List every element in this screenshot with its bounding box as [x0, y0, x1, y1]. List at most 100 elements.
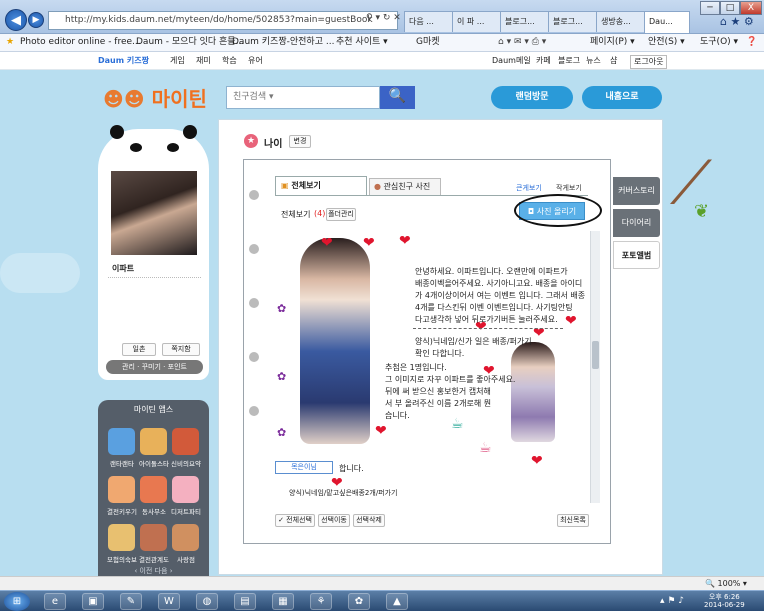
text-line: 서 부 올려주신 이름 2개로해 뭔 — [385, 399, 492, 408]
apps-paging[interactable]: ‹ 이전 다음 › — [98, 566, 209, 576]
scrollbar-thumb[interactable] — [592, 341, 599, 369]
profile-photo[interactable] — [111, 171, 197, 255]
my-home-button[interactable]: 내홈으로 — [582, 86, 662, 109]
app-taskbar-icon[interactable]: ▲ — [386, 593, 408, 610]
nav-shop[interactable]: 샵 — [610, 53, 617, 69]
view-large[interactable]: 큰게보기 — [516, 183, 542, 193]
favorite-daum-kids[interactable]: Daum 키즈짱-안전하고 ... — [232, 34, 334, 51]
start-button[interactable]: ⊞ — [4, 592, 30, 611]
friend-search-select[interactable]: 친구검색 ▾ — [226, 86, 380, 109]
points-link[interactable]: 포인트 — [168, 363, 187, 371]
nav-blog[interactable]: 블로그 — [558, 53, 580, 69]
panda-eye-icon — [130, 143, 142, 152]
site-top-nav: Daum 키즈짱 게임 재미 학습 유어 Daum 메일 카페 블로그 뉴스 샵… — [0, 53, 764, 70]
change-button[interactable]: 변경 — [289, 135, 311, 148]
favorites-star-icon[interactable]: ★ — [6, 34, 14, 51]
content-scrollbar[interactable] — [590, 231, 600, 503]
favorite-gmarket[interactable]: G마켓 — [416, 34, 440, 51]
ie-taskbar-icon[interactable]: e — [44, 593, 66, 610]
move-selected-button[interactable]: 선택이동 — [318, 514, 350, 527]
app-taskbar-icon[interactable]: ⚘ — [310, 593, 332, 610]
favorite-daum[interactable]: Daum - 모으다 잇다 흔들... — [136, 34, 244, 51]
favorite-recommended[interactable]: 추천 사이트 ▾ — [336, 34, 388, 51]
app-icon[interactable] — [108, 476, 135, 503]
app-taskbar-icon[interactable]: ✿ — [348, 593, 370, 610]
app-label: 결전관계도 — [139, 556, 169, 564]
nav-daum[interactable]: Daum — [492, 53, 516, 69]
tab-all-view[interactable]: ▣ 전체보기 — [275, 176, 367, 195]
minimize-button[interactable]: ─ — [700, 1, 720, 15]
app-icon[interactable] — [172, 524, 199, 551]
leaf-icon: ❦ — [694, 201, 710, 222]
palette-taskbar-icon[interactable]: ◍ — [196, 593, 218, 610]
nav-cafe[interactable]: 카페 — [536, 53, 551, 69]
app-icon[interactable] — [172, 476, 199, 503]
command-icons[interactable]: ⌂ ▾ ✉ ▾ ⎙ ▾ — [498, 34, 546, 51]
browser-tab-4[interactable]: 블로그... — [548, 11, 602, 32]
profile-name: 이파트 — [112, 264, 135, 273]
select-all-button[interactable]: ✓ 전체선택 — [275, 514, 315, 527]
nav-mail[interactable]: 메일 — [516, 53, 531, 69]
side-tab-diary[interactable]: 다이어리 — [613, 209, 660, 237]
app-icon[interactable] — [108, 428, 135, 455]
folder-taskbar-icon[interactable]: ▤ — [234, 593, 256, 610]
nav-study[interactable]: 학습 — [222, 53, 237, 69]
profile-card: 이파트 일촌 쪽지함 관리 · 꾸미기 · 포인트 — [98, 125, 209, 380]
tools-menu[interactable]: 도구(O) ▾ — [700, 34, 738, 51]
maximize-button[interactable]: □ — [720, 1, 740, 15]
media-taskbar-icon[interactable]: ▣ — [82, 593, 104, 610]
app-taskbar-icon[interactable]: ▦ — [272, 593, 294, 610]
text-line: 확인 다합니다. — [415, 349, 465, 358]
home-star-gear-icons[interactable]: ⌂ ★ ⚙ — [720, 15, 754, 28]
favorite-photo-editor[interactable]: Photo editor online - free... — [20, 34, 141, 51]
folder-manage-button[interactable]: 폴더관리 — [326, 208, 356, 221]
delete-selected-button[interactable]: 선택삭제 — [353, 514, 385, 527]
app-icon[interactable] — [140, 524, 167, 551]
app-icon[interactable] — [140, 476, 167, 503]
view-small[interactable]: 작게보기 — [556, 183, 582, 193]
zoom-level[interactable]: 🔍 100% ▾ — [705, 577, 747, 590]
browser-tab-active[interactable]: Dau... — [644, 11, 690, 33]
recent-list-button[interactable]: 최신목록 — [557, 514, 589, 527]
text-line: 뒤에 써 받으신 홍보한거 캡처해 — [385, 387, 491, 396]
page-menu[interactable]: 페이지(P) ▾ — [590, 34, 635, 51]
myteen-logo[interactable]: ☻☻ 마이틴 — [103, 83, 207, 112]
random-visit-button[interactable]: 랜덤방문 — [491, 86, 573, 109]
app-icon[interactable] — [172, 428, 199, 455]
browser-tab-3[interactable]: 블로그... — [500, 11, 554, 32]
browser-tab-1[interactable]: 다음 ... — [404, 11, 458, 32]
nickname-button[interactable]: 목은이님 — [275, 461, 333, 474]
nav-game[interactable]: 게임 — [170, 53, 185, 69]
app-icon[interactable] — [140, 428, 167, 455]
ilchon-button[interactable]: 일촌 — [122, 343, 156, 356]
side-tab-cover-story[interactable]: 커버스토리 — [613, 177, 660, 205]
address-bar-icons[interactable]: ⚲ ▾ ↻ ✕ — [366, 13, 401, 23]
daum-kids-logo[interactable]: Daum 키즈짱 — [98, 53, 149, 69]
side-tab-photo-album[interactable]: 포토앨범 — [613, 241, 660, 269]
my-home-label: 내홈으로 — [605, 92, 639, 102]
decorate-link[interactable]: 꾸미기 — [142, 363, 161, 371]
nav-youth[interactable]: 유어 — [248, 53, 263, 69]
app-icon[interactable] — [108, 524, 135, 551]
safety-menu[interactable]: 안전(S) ▾ — [648, 34, 685, 51]
tab-friend-photos[interactable]: ● 관심친구 사진 — [369, 178, 441, 195]
apps-title: 마이틴 앱스 — [133, 405, 174, 414]
forward-icon[interactable]: ▶ — [28, 12, 44, 28]
binder-ring-icon — [249, 190, 259, 200]
search-button[interactable]: 🔍 — [380, 86, 415, 109]
browser-tab-2[interactable]: 이 파 ... — [452, 11, 506, 32]
word-taskbar-icon[interactable]: W — [158, 593, 180, 610]
close-button[interactable]: X — [740, 1, 762, 15]
browser-tab-5[interactable]: 생방송... — [596, 11, 650, 32]
paint-taskbar-icon[interactable]: ✎ — [120, 593, 142, 610]
address-bar[interactable]: http://my.kids.daum.net/myteen/do/home/5… — [48, 11, 398, 30]
back-icon[interactable]: ◀ — [5, 9, 27, 31]
nav-news[interactable]: 뉴스 — [586, 53, 601, 69]
logout-button[interactable]: 로그아웃 — [630, 55, 668, 69]
system-clock[interactable]: 오후 6:26 2014-06-29 — [704, 593, 745, 609]
manage-link[interactable]: 관리 — [122, 363, 135, 371]
help-icon[interactable]: ❓ — [746, 34, 757, 51]
nav-fun[interactable]: 재미 — [196, 53, 211, 69]
tray-icons[interactable]: ▴ ⚑ ♪ — [660, 596, 684, 606]
message-box-button[interactable]: 쪽지함 — [162, 343, 200, 356]
